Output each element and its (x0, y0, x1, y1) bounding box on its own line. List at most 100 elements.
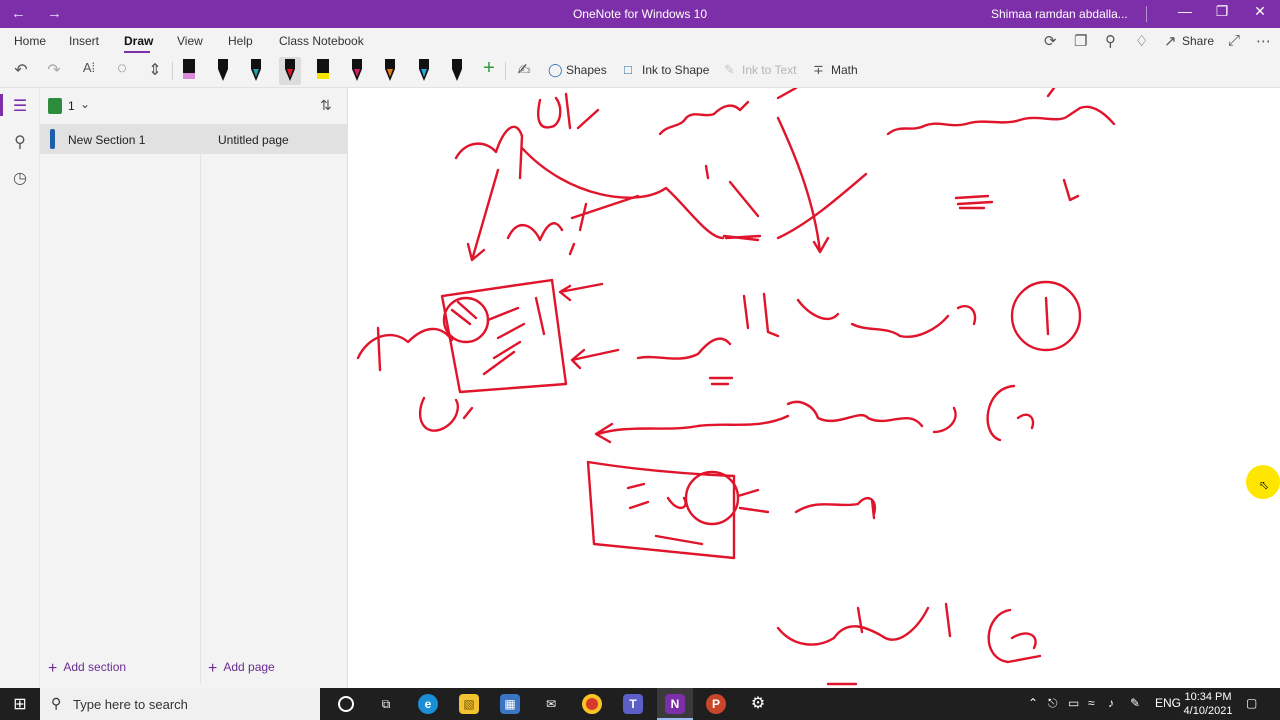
taskbar-search[interactable]: ⚲ Type here to search (40, 688, 320, 720)
language-indicator[interactable]: ENG (1155, 696, 1181, 710)
chevron-down-icon: ⌄ (80, 97, 91, 111)
close-button[interactable]: ✕ (1249, 3, 1271, 20)
tab-draw[interactable]: Draw (124, 34, 153, 48)
windows-taskbar: ⊞ ⚲ Type here to search ⧉ e ▧ ▦ ✉ T N P … (0, 688, 1280, 720)
pen-black-tool[interactable] (212, 57, 234, 85)
shapes-button[interactable]: ◯ Shapes (548, 62, 607, 78)
type-text-icon[interactable]: A⁞ (77, 60, 101, 82)
pen-icon (183, 59, 195, 79)
title-separator (1146, 6, 1147, 22)
pen-cyan-tool[interactable] (413, 57, 435, 85)
share-icon[interactable]: ↗ (1164, 32, 1177, 50)
mail-icon[interactable]: ✉ (533, 688, 569, 720)
notebook-picker[interactable]: 1 ⌄ ⇅ (40, 88, 348, 124)
lightbulb-icon[interactable]: ⚲ (1105, 32, 1116, 50)
ink-stroke (736, 488, 877, 520)
notebooks-icon[interactable]: ☰ (8, 96, 32, 116)
page-canvas[interactable]: ⬁ (348, 88, 1280, 688)
user-name[interactable]: Shimaa ramdan abdalla... (991, 7, 1128, 21)
windows-start-icon[interactable]: ⊞ (0, 688, 40, 720)
add-page-label: Add page (223, 660, 275, 674)
bell-icon[interactable]: ♢ (1135, 32, 1148, 50)
pen-black-2-tool[interactable] (446, 57, 468, 85)
edge-icon[interactable]: e (410, 688, 446, 720)
lasso-select-icon[interactable]: ◌ (110, 60, 134, 82)
ink-stroke (886, 88, 1116, 136)
pen-magenta-tool[interactable] (346, 57, 368, 85)
minimize-button[interactable]: — (1174, 3, 1196, 19)
maximize-button[interactable]: ❐ (1211, 3, 1233, 20)
ink-stroke (450, 296, 546, 376)
task-view-icon[interactable]: ⧉ (368, 688, 404, 720)
search-icon[interactable]: ⚲ (8, 132, 32, 152)
show-hidden-icons-icon[interactable]: ⌃ (1028, 696, 1038, 710)
shapes-label: Shapes (566, 63, 607, 77)
pen-workspace-icon[interactable]: ✎ (1130, 696, 1140, 710)
notebook-name: 1 (68, 99, 75, 113)
tab-insert[interactable]: Insert (69, 34, 99, 48)
ink-stroke (658, 88, 798, 136)
ink-stroke (776, 602, 952, 646)
page-item[interactable]: Untitled page (201, 124, 349, 154)
powerpoint-icon[interactable]: P (698, 688, 734, 720)
add-section-button[interactable]: + Add section (48, 660, 126, 678)
usb-icon[interactable]: ⎋ (1048, 696, 1058, 711)
sort-pages-icon[interactable]: ⇅ (320, 97, 332, 114)
add-space-icon[interactable]: ⇕ (143, 60, 167, 82)
ink-stroke (850, 305, 977, 338)
sync-icon[interactable]: ⟳ (1044, 32, 1057, 50)
settings-icon[interactable]: ⚙ (740, 688, 776, 720)
search-icon: ⚲ (51, 695, 62, 711)
tab-home[interactable]: Home (14, 34, 46, 48)
undo-icon[interactable]: ↶ (9, 60, 33, 82)
redo-icon[interactable]: ↷ (42, 60, 66, 82)
math-button[interactable]: ∓ Math (813, 62, 858, 78)
ink-stroke (454, 125, 524, 180)
ink-to-shape-button[interactable]: □ Ink to Shape (624, 62, 709, 77)
fullscreen-icon[interactable]: ⤢ (1228, 32, 1240, 49)
ink-replay-icon[interactable]: ✍ (512, 60, 536, 82)
ink-stroke (684, 470, 740, 526)
pen-red-tool[interactable] (278, 57, 301, 85)
chrome-icon[interactable] (574, 688, 610, 720)
battery-icon[interactable]: ▭ (1068, 696, 1079, 710)
recent-notes-icon[interactable]: ◷ (8, 168, 32, 188)
onenote-taskbar-icon[interactable]: N (657, 688, 693, 720)
section-item[interactable]: New Section 1 (40, 124, 200, 154)
pen-icon (217, 59, 228, 81)
cortana-icon[interactable] (328, 688, 364, 720)
more-options-icon[interactable]: ⋯ (1256, 32, 1271, 50)
pen-orange-tool[interactable] (379, 57, 401, 85)
pen-icon (351, 59, 362, 81)
notebooks-icon[interactable]: ❐ (1074, 32, 1087, 50)
add-pen-icon[interactable]: + (477, 57, 501, 79)
tab-class-notebook[interactable]: Class Notebook (279, 34, 364, 48)
volume-icon[interactable]: ♪ (1108, 696, 1114, 710)
toolbar-divider (172, 62, 173, 80)
tab-view[interactable]: View (177, 34, 203, 48)
pen-icon (385, 59, 395, 81)
wifi-icon[interactable]: ≈ (1088, 696, 1095, 710)
ink-to-text-button[interactable]: ✎ Ink to Text (724, 62, 796, 78)
highlighter-pink-tool[interactable] (178, 57, 200, 85)
pen-teal-tool[interactable] (245, 57, 267, 85)
math-label: Math (831, 63, 858, 77)
mouse-pointer-icon: ⬁ (1259, 478, 1270, 492)
highlighter-yellow-tool[interactable] (312, 57, 334, 85)
add-page-button[interactable]: + Add page (208, 660, 275, 678)
notifications-icon[interactable]: ▢ (1246, 696, 1257, 710)
taskbar-clock[interactable]: 10:34 PM 4/10/2021 (1180, 690, 1236, 718)
notebook-icon (48, 98, 62, 114)
teams-icon[interactable]: T (615, 688, 651, 720)
tab-help[interactable]: Help (228, 34, 253, 48)
search-placeholder: Type here to search (73, 697, 188, 712)
section-label: New Section 1 (68, 133, 146, 147)
ink-stroke (986, 384, 1035, 442)
ink-stroke (418, 396, 474, 432)
pen-icon (317, 59, 329, 79)
share-button[interactable]: Share (1182, 34, 1214, 48)
store-icon[interactable]: ▦ (492, 688, 528, 720)
handwritten-ink (356, 88, 1116, 686)
file-explorer-icon[interactable]: ▧ (451, 688, 487, 720)
ink-stroke (987, 608, 1042, 664)
